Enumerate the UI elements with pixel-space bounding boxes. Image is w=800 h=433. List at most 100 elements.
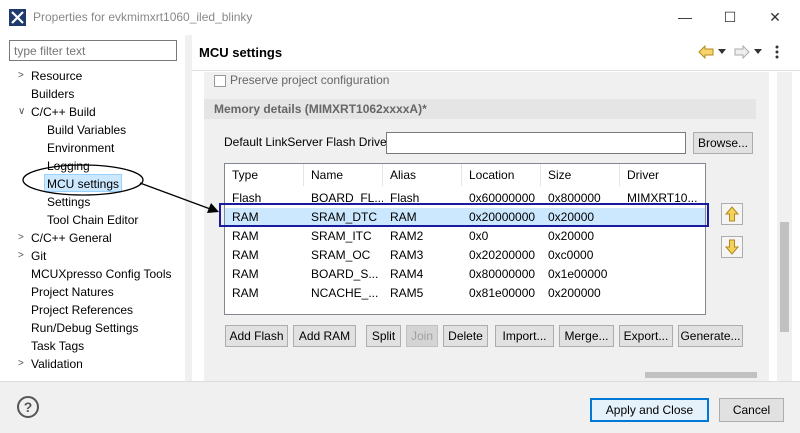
tree-item-label: Tool Chain Editor — [47, 213, 139, 227]
chevron-right-icon[interactable]: > — [18, 229, 28, 247]
preserve-config-checkbox[interactable] — [214, 75, 226, 87]
chevron-right-icon[interactable]: > — [18, 67, 28, 85]
tree-item-label: Run/Debug Settings — [31, 321, 139, 335]
column-header-location[interactable]: Location — [462, 164, 541, 186]
column-header-size[interactable]: Size — [541, 164, 620, 186]
window-title: Properties for evkmimxrt1060_iled_blinky — [33, 10, 253, 24]
help-icon[interactable]: ? — [17, 396, 39, 418]
tree-item-label: Project References — [31, 303, 134, 317]
import-button[interactable]: Import... — [495, 325, 554, 347]
tree-item-run-debug-settings[interactable]: Run/Debug Settings — [31, 319, 138, 337]
cell-driver — [620, 265, 705, 284]
column-header-alias[interactable]: Alias — [383, 164, 462, 186]
table-row[interactable]: RAM SRAM_ITC RAM2 0x0 0x20000 — [225, 227, 705, 246]
join-button: Join — [406, 325, 438, 347]
tree-item-tool-chain-editor[interactable]: Tool Chain Editor — [47, 211, 138, 229]
export-button[interactable]: Export... — [619, 325, 673, 347]
back-menu-chevron-icon[interactable] — [718, 49, 726, 55]
forward-arrow-icon[interactable] — [734, 45, 750, 59]
tree-item-label: Environment — [47, 141, 115, 155]
cell-alias: RAM5 — [390, 286, 424, 300]
cell-size: 0xc0000 — [548, 248, 594, 262]
generate-button[interactable]: Generate... — [678, 325, 743, 347]
tree-item-mcu-settings[interactable]: MCU settings — [44, 174, 123, 192]
cell-location: 0x80000000 — [469, 267, 536, 281]
cell-type: RAM — [232, 286, 259, 300]
cell-location: 0x20200000 — [469, 248, 536, 262]
arrow-up-icon — [724, 206, 740, 222]
tree-item-label: Task Tags — [31, 339, 85, 353]
cell-location: 0x0 — [469, 229, 489, 243]
add-flash-button[interactable]: Add Flash — [225, 325, 288, 347]
flash-driver-input[interactable] — [386, 132, 686, 154]
table-row[interactable]: RAM NCACHE_... RAM5 0x81e00000 0x200000 — [225, 284, 705, 303]
tree-item-mcuxpresso-config-tools[interactable]: MCUXpresso Config Tools — [31, 265, 172, 283]
minimize-button[interactable]: — — [675, 8, 695, 26]
apply-and-close-button[interactable]: Apply and Close — [590, 398, 709, 422]
scrollbar-thumb[interactable] — [780, 222, 789, 332]
tree-item-label: C/C++ Build — [31, 105, 96, 119]
delete-button[interactable]: Delete — [443, 325, 488, 347]
cell-alias: RAM4 — [390, 267, 424, 281]
cell-alias: RAM2 — [390, 229, 424, 243]
cell-alias: RAM3 — [390, 248, 424, 262]
close-button[interactable]: ✕ — [765, 8, 785, 26]
tree-item-logging[interactable]: Logging — [47, 157, 90, 175]
cell-driver — [620, 227, 705, 246]
cell-size: 0x20000 — [548, 229, 595, 243]
cell-size: 0x1e00000 — [548, 267, 608, 281]
add-ram-button[interactable]: Add RAM — [293, 325, 356, 347]
merge-button[interactable]: Merge... — [559, 325, 614, 347]
tree-item-label: Build Variables — [47, 123, 127, 137]
cell-name: NCACHE_... — [311, 286, 379, 300]
tree-item-builders[interactable]: Builders — [31, 85, 74, 103]
pane-divider[interactable] — [185, 35, 192, 381]
browse-button[interactable]: Browse... — [693, 132, 753, 154]
column-header-name[interactable]: Name — [304, 164, 383, 186]
chevron-down-icon[interactable]: ∨ — [18, 103, 28, 121]
cell-type: RAM — [232, 248, 259, 262]
cancel-button[interactable]: Cancel — [719, 398, 784, 422]
tree-item-label: MCUXpresso Config Tools — [31, 267, 172, 281]
move-down-button[interactable] — [721, 236, 743, 258]
tree-item-build-variables[interactable]: Build Variables — [47, 121, 126, 139]
cell-driver — [620, 246, 705, 265]
horizontal-scrollbar-thumb[interactable] — [645, 372, 757, 378]
cell-type: RAM — [232, 229, 259, 243]
column-header-type[interactable]: Type — [225, 164, 304, 186]
cell-size: 0x200000 — [548, 286, 601, 300]
cell-name: BOARD_S... — [311, 267, 379, 281]
tree-item-label: Validation — [31, 357, 83, 371]
tree-item-label: Builders — [31, 87, 75, 101]
tree-item-project-references[interactable]: Project References — [31, 301, 133, 319]
tree-item-environment[interactable]: Environment — [47, 139, 114, 157]
cell-type: RAM — [232, 267, 259, 281]
filter-input[interactable] — [9, 40, 177, 61]
move-up-button[interactable] — [721, 203, 743, 225]
cell-name: SRAM_OC — [311, 248, 371, 262]
split-button[interactable]: Split — [366, 325, 401, 347]
forward-menu-chevron-icon[interactable] — [754, 49, 762, 55]
back-arrow-icon[interactable] — [698, 45, 714, 59]
page-header: MCU settings — [192, 35, 800, 71]
chevron-right-icon[interactable]: > — [18, 355, 28, 373]
tree-item-task-tags[interactable]: Task Tags — [31, 337, 84, 355]
tree-item-label: Git — [31, 249, 47, 263]
tree-item-project-natures[interactable]: Project Natures — [31, 283, 114, 301]
column-header-driver[interactable]: Driver — [620, 164, 705, 186]
maximize-button[interactable]: ☐ — [720, 8, 740, 26]
vertical-scrollbar[interactable] — [777, 72, 792, 381]
arrow-down-icon — [724, 239, 740, 255]
cell-location: 0x81e00000 — [469, 286, 536, 300]
tree-item-label: Resource — [31, 69, 83, 83]
tree-item-settings[interactable]: Settings — [47, 193, 90, 211]
memory-details-section: Memory details (MIMXRT1062xxxxA)* — [204, 99, 756, 119]
table-row[interactable]: RAM SRAM_OC RAM3 0x20200000 0xc0000 — [225, 246, 705, 265]
table-row[interactable]: RAM BOARD_S... RAM4 0x80000000 0x1e00000 — [225, 265, 705, 284]
chevron-right-icon[interactable]: > — [18, 247, 28, 265]
view-menu-icon[interactable] — [775, 45, 779, 59]
app-icon — [9, 9, 26, 26]
cell-name: SRAM_ITC — [311, 229, 372, 243]
tree-item-label: C/C++ General — [31, 231, 112, 245]
left-pane: > Resource Builders ∨ C/C++ Build Build … — [0, 35, 185, 381]
